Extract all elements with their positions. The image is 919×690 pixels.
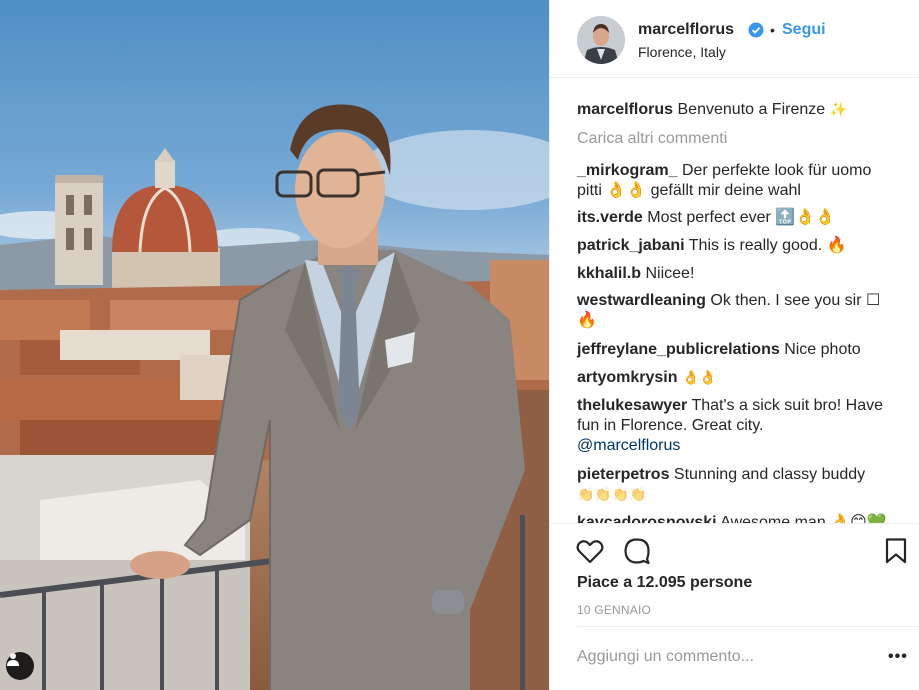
tagged-users-icon[interactable] bbox=[6, 652, 34, 680]
comment-username[interactable]: jeffreylane_publicrelations bbox=[577, 341, 780, 358]
separator-dot: • bbox=[770, 22, 775, 38]
post-details-panel: marcelflorus • Segui Florence, Italy mar… bbox=[549, 0, 919, 690]
comment-text: Niicee! bbox=[645, 265, 695, 282]
comments-list[interactable]: marcelflorus Benvenuto a Firenze ✨ Caric… bbox=[550, 79, 919, 523]
load-more-comments-link[interactable]: Carica altri commenti bbox=[577, 130, 727, 148]
caption: marcelflorus Benvenuto a Firenze ✨ bbox=[577, 100, 897, 120]
comment-username[interactable]: artyomkrysin bbox=[577, 369, 678, 386]
comment-item: artyomkrysin 👌👌 bbox=[577, 368, 897, 388]
comment-text: Awesome man 👌😊💚 bbox=[720, 514, 887, 523]
more-options-button[interactable]: ••• bbox=[888, 648, 908, 666]
comment-username[interactable]: thelukesawyer bbox=[577, 397, 687, 414]
comment-icon[interactable] bbox=[622, 536, 652, 566]
comment-text: 👌👌 bbox=[681, 370, 717, 386]
add-comment-input[interactable]: Aggiungi un commento... bbox=[577, 648, 754, 666]
comment-username[interactable]: _mirkogram_ bbox=[577, 162, 678, 179]
comment-username[interactable]: patrick_jabani bbox=[577, 237, 685, 254]
comment-text: Most perfect ever 🔝👌👌 bbox=[647, 209, 836, 226]
caption-username[interactable]: marcelflorus bbox=[577, 101, 673, 118]
comment-username[interactable]: kkhalil.b bbox=[577, 265, 641, 282]
comment-item: kavcadorosnovski Awesome man 👌😊💚 bbox=[577, 513, 897, 523]
avatar[interactable] bbox=[577, 16, 625, 64]
post-header: marcelflorus • Segui Florence, Italy bbox=[550, 0, 919, 78]
comment-item: thelukesawyer That's a sick suit bro! Ha… bbox=[577, 396, 897, 456]
comment-username[interactable]: kavcadorosnovski bbox=[577, 514, 717, 523]
comment-item: its.verde Most perfect ever 🔝👌👌 bbox=[577, 208, 897, 228]
comment-username[interactable]: westwardleaning bbox=[577, 292, 706, 309]
heart-icon[interactable] bbox=[575, 536, 605, 566]
comment-text: Stunning and classy buddy bbox=[673, 466, 866, 483]
comment-item: pieterpetros Stunning and classy buddy 👏… bbox=[577, 465, 897, 505]
post-location[interactable]: Florence, Italy bbox=[638, 44, 726, 60]
comment-emoji: 👏👏👏👏 bbox=[577, 487, 647, 503]
post-username[interactable]: marcelflorus bbox=[638, 21, 734, 39]
comment-item: kkhalil.b Niicee! bbox=[577, 264, 897, 284]
verified-badge-icon bbox=[748, 22, 764, 38]
comment-divider bbox=[577, 626, 919, 627]
comment-username[interactable]: its.verde bbox=[577, 209, 643, 226]
caption-emoji: ✨ bbox=[829, 102, 848, 118]
comment-text: Nice photo bbox=[784, 341, 861, 358]
comment-item: jeffreylane_publicrelations Nice photo bbox=[577, 340, 897, 360]
comment-username[interactable]: pieterpetros bbox=[577, 466, 669, 483]
florence-scene-illustration bbox=[0, 104, 549, 690]
caption-text: Benvenuto a Firenze bbox=[677, 101, 826, 118]
follow-button[interactable]: Segui bbox=[782, 21, 826, 39]
post-photo[interactable] bbox=[0, 0, 549, 690]
comment-text: This is really good. 🔥 bbox=[688, 237, 847, 254]
comment-mention-link[interactable]: @marcelflorus bbox=[577, 437, 680, 454]
likes-count[interactable]: Piace a 12.095 persone bbox=[577, 574, 752, 592]
section-divider bbox=[550, 523, 919, 524]
bookmark-icon[interactable] bbox=[881, 536, 911, 566]
comment-item: _mirkogram_ Der perfekte look für uomo p… bbox=[577, 161, 897, 201]
post-date: 10 GENNAIO bbox=[577, 603, 652, 617]
comment-item: westwardleaning Ok then. I see you sir ☐… bbox=[577, 291, 897, 331]
comment-item: patrick_jabani This is really good. 🔥 bbox=[577, 236, 897, 256]
